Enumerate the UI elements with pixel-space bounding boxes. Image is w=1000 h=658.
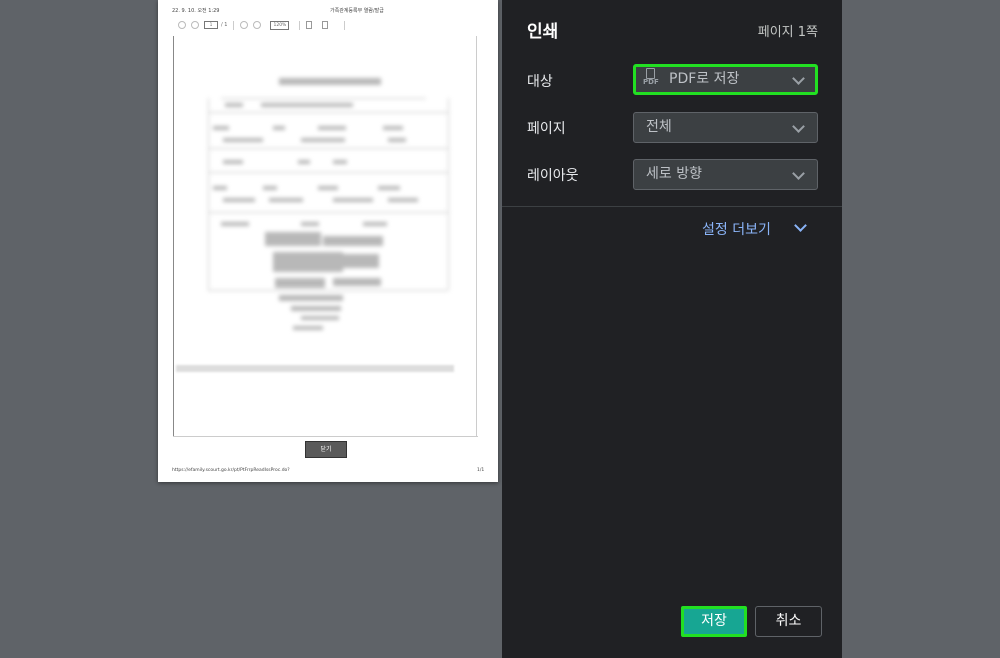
layout-value: 세로 방향 — [646, 166, 702, 182]
page-count-label: 페이지 1쪽 — [757, 25, 818, 40]
print-settings-panel: 인쇄 페이지 1쪽 대상 PDF PDF로 저장 페이지 전체 레이아웃 세로 … — [502, 0, 842, 658]
preview-header-date: 22. 9. 10. 오전 1:29 — [172, 8, 220, 14]
chevron-down-icon — [792, 167, 805, 180]
preview-close-button: 닫기 — [305, 441, 347, 458]
settings-divider — [502, 206, 842, 207]
toolbar-divider — [233, 20, 235, 30]
pages-value: 전체 — [646, 119, 672, 135]
layout-select[interactable]: 세로 방향 — [633, 159, 818, 190]
pdf-file-icon: PDF — [643, 67, 659, 88]
zoom-in-icon — [253, 21, 262, 29]
right-backdrop — [842, 0, 1000, 658]
zoom-out-icon — [240, 21, 249, 29]
save-file-icon — [322, 21, 329, 29]
cancel-button[interactable]: 취소 — [755, 606, 822, 637]
expand-chevron-icon[interactable] — [794, 219, 807, 232]
page-number-box: 1 — [204, 21, 218, 29]
print-preview-area: 22. 9. 10. 오전 1:29 가족관계등록부 열람/발급 1 / 1 1… — [0, 0, 502, 658]
pages-select[interactable]: 전체 — [633, 112, 818, 143]
chevron-down-icon — [792, 72, 805, 85]
save-button[interactable]: 저장 — [681, 606, 747, 637]
more-settings-link[interactable]: 설정 더보기 — [702, 219, 771, 239]
viewer-frame-bottom — [173, 436, 478, 437]
destination-label: 대상 — [527, 74, 553, 90]
toolbar-divider — [344, 20, 346, 30]
blurred-document-content — [183, 40, 473, 370]
prev-page-icon — [178, 21, 186, 29]
preview-header-title: 가족관계등록부 열람/발급 — [330, 8, 384, 14]
viewer-frame-left — [173, 36, 174, 436]
destination-value: PDF로 저장 — [669, 71, 740, 87]
preview-horizontal-scrollbar — [176, 365, 454, 372]
print-icon — [306, 21, 313, 29]
toolbar-divider — [299, 20, 301, 30]
print-dialog-title: 인쇄 — [527, 22, 559, 42]
preview-footer-url: https://efamily.scourt.go.kr/pt/PtFrrpRe… — [172, 468, 290, 473]
preview-page: 22. 9. 10. 오전 1:29 가족관계등록부 열람/발급 1 / 1 1… — [158, 0, 498, 482]
chevron-down-icon — [792, 120, 805, 133]
preview-footer-page-number: 1/1 — [477, 468, 485, 473]
page-total: / 1 — [221, 22, 228, 28]
destination-select[interactable]: PDF PDF로 저장 — [633, 64, 818, 95]
pdf-icon-label: PDF — [643, 77, 659, 86]
preview-viewer-toolbar: 1 / 1 120% — [178, 19, 478, 31]
layout-label: 레이아웃 — [527, 168, 579, 184]
zoom-select: 120% — [270, 20, 290, 30]
next-page-icon — [191, 21, 199, 29]
pages-label: 페이지 — [527, 121, 566, 137]
viewer-frame-right — [476, 36, 477, 436]
